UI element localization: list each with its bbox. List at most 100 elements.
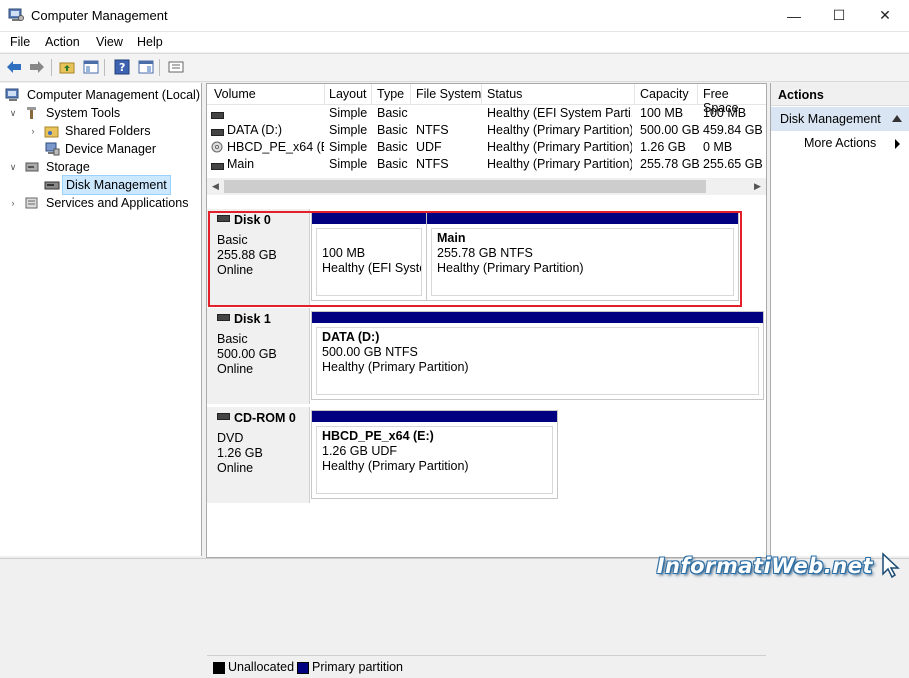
disk-info[interactable]: Disk 1 Basic 500.00 GB Online (207, 308, 310, 404)
minimize-button[interactable]: — (771, 0, 817, 31)
disk-name: Disk 1 (217, 312, 271, 326)
disk-name-label: Disk 1 (234, 312, 271, 326)
tree-item-storage[interactable]: ∨ Storage (0, 158, 200, 176)
properties-button[interactable] (166, 58, 185, 76)
disk-graphical-view: Disk 0 Basic 255.88 GB Online 100 MB Hea… (207, 204, 766, 678)
disk-size: 1.26 GB (217, 446, 263, 460)
cell-status: Healthy (Primary Partition) (487, 157, 632, 171)
tree-item-computer-management[interactable]: Computer Management (Local) (0, 86, 200, 104)
cell-status: Healthy (Primary Partition) (487, 123, 632, 137)
maximize-icon: ☐ (832, 7, 846, 23)
forward-button[interactable] (27, 58, 46, 76)
table-row[interactable]: Main Simple Basic NTFS Healthy (Primary … (207, 156, 766, 173)
column-header-capacity[interactable]: Capacity (640, 87, 689, 101)
show-hide-tree-button[interactable] (81, 58, 100, 76)
collapse-arrow-icon[interactable] (892, 115, 902, 122)
disk-size: 500.00 GB (217, 347, 277, 361)
cell-volume: Main (227, 157, 255, 171)
partition-bar (312, 312, 763, 323)
cell-file-system: NTFS (416, 123, 449, 137)
chevron-right-icon[interactable]: › (28, 122, 38, 140)
help-button[interactable]: ? (112, 58, 131, 76)
cell-free-space: 459.84 GB (703, 123, 763, 137)
cell-volume: HBCD_PE_x64 (E:) (227, 140, 324, 154)
watermark: InformatiWeb.net (656, 554, 873, 578)
action-section-disk-management[interactable]: Disk Management (771, 107, 909, 131)
actions-pane: Actions Disk Management More Actions (770, 83, 909, 556)
menu-file[interactable]: File (10, 35, 30, 49)
column-header-status[interactable]: Status (487, 87, 522, 101)
tree-item-label: Computer Management (Local) (27, 88, 200, 102)
legend: Unallocated Primary partition (207, 655, 766, 678)
column-divider[interactable] (634, 84, 635, 104)
column-divider[interactable] (481, 84, 482, 104)
table-row[interactable]: Simple Basic Healthy (EFI System Parti..… (207, 105, 766, 122)
actions-header: Actions (771, 83, 909, 106)
tree-item-system-tools[interactable]: ∨ System Tools (0, 104, 200, 122)
tree-item-label: Device Manager (65, 142, 157, 156)
partition-size: 1.26 GB UDF (322, 444, 398, 458)
disk-row: CD-ROM 0 DVD 1.26 GB Online HBCD_PE_x64 … (207, 407, 766, 503)
chevron-down-icon[interactable]: ∨ (8, 158, 18, 176)
column-header-layout[interactable]: Layout (329, 87, 367, 101)
tree-item-disk-management[interactable]: Disk Management (0, 175, 200, 195)
scroll-right-icon[interactable]: ▶ (750, 179, 765, 194)
submenu-arrow-icon (895, 139, 900, 149)
console-tree-icon (83, 60, 98, 74)
tree-item-label: Storage (46, 160, 90, 174)
toolbar-separator (51, 59, 52, 76)
menu-view[interactable]: View (96, 35, 123, 49)
disk-info[interactable]: CD-ROM 0 DVD 1.26 GB Online (207, 407, 310, 503)
action-section-label: Disk Management (780, 112, 881, 126)
title-bar: Computer Management — ☐ ✕ (0, 0, 909, 32)
column-divider[interactable] (324, 84, 325, 104)
cell-status: Healthy (EFI System Parti... (487, 106, 632, 120)
column-header-volume[interactable]: Volume (214, 87, 256, 101)
partition-size: 500.00 GB NTFS (322, 345, 418, 359)
cell-type: Basic (377, 140, 408, 154)
column-divider[interactable] (697, 84, 698, 104)
tree-item-device-manager[interactable]: Device Manager (0, 140, 200, 158)
back-button[interactable] (4, 58, 23, 76)
partition-status: Healthy (Primary Partition) (322, 360, 469, 374)
menu-help[interactable]: Help (137, 35, 163, 49)
cd-rom-icon (211, 141, 223, 156)
mouse-cursor-icon (882, 552, 900, 578)
chevron-right-icon[interactable]: › (8, 194, 18, 212)
up-one-level-button[interactable] (57, 58, 76, 76)
column-header-file-system[interactable]: File System (416, 87, 481, 101)
partition-body: DATA (D:) 500.00 GB NTFS Healthy (Primar… (316, 327, 759, 395)
tree-item-label: Shared Folders (65, 124, 151, 138)
close-button[interactable]: ✕ (862, 0, 908, 31)
cell-layout: Simple (329, 157, 368, 171)
column-divider[interactable] (371, 84, 372, 104)
cell-capacity: 100 MB (640, 106, 684, 120)
partition-body: HBCD_PE_x64 (E:) 1.26 GB UDF Healthy (Pr… (316, 426, 553, 494)
toolbar-separator (159, 59, 160, 76)
partition-hbcd[interactable]: HBCD_PE_x64 (E:) 1.26 GB UDF Healthy (Pr… (311, 410, 558, 499)
column-header-type[interactable]: Type (377, 87, 404, 101)
disk-type: DVD (217, 431, 244, 445)
tree-item-shared-folders[interactable]: › Shared Folders (0, 122, 200, 140)
computer-management-icon (5, 88, 19, 101)
scroll-left-icon[interactable]: ◀ (208, 179, 223, 194)
chevron-down-icon[interactable]: ∨ (8, 104, 18, 122)
cell-file-system: UDF (416, 140, 442, 154)
show-hide-action-pane-button[interactable] (136, 58, 155, 76)
disk-type: Basic (217, 332, 248, 346)
table-row[interactable]: HBCD_PE_x64 (E:) Simple Basic UDF Health… (207, 139, 766, 156)
more-actions-link[interactable]: More Actions (804, 136, 876, 150)
table-row[interactable]: DATA (D:) Simple Basic NTFS Healthy (Pri… (207, 122, 766, 139)
cell-layout: Simple (329, 123, 368, 137)
maximize-button[interactable]: ☐ (816, 0, 862, 31)
disk-row: Disk 1 Basic 500.00 GB Online DATA (D:) … (207, 308, 766, 404)
scrollbar-thumb[interactable] (224, 180, 706, 193)
menu-bar: File Action View Help (0, 32, 909, 52)
folder-up-icon (59, 62, 74, 74)
menu-action[interactable]: Action (45, 35, 80, 49)
column-divider[interactable] (410, 84, 411, 104)
partition-data[interactable]: DATA (D:) 500.00 GB NTFS Healthy (Primar… (311, 311, 764, 400)
tree-item-services-and-applications[interactable]: › Services and Applications (0, 194, 200, 212)
horizontal-scrollbar[interactable]: ◀ ▶ (207, 178, 766, 195)
cell-type: Basic (377, 157, 408, 171)
